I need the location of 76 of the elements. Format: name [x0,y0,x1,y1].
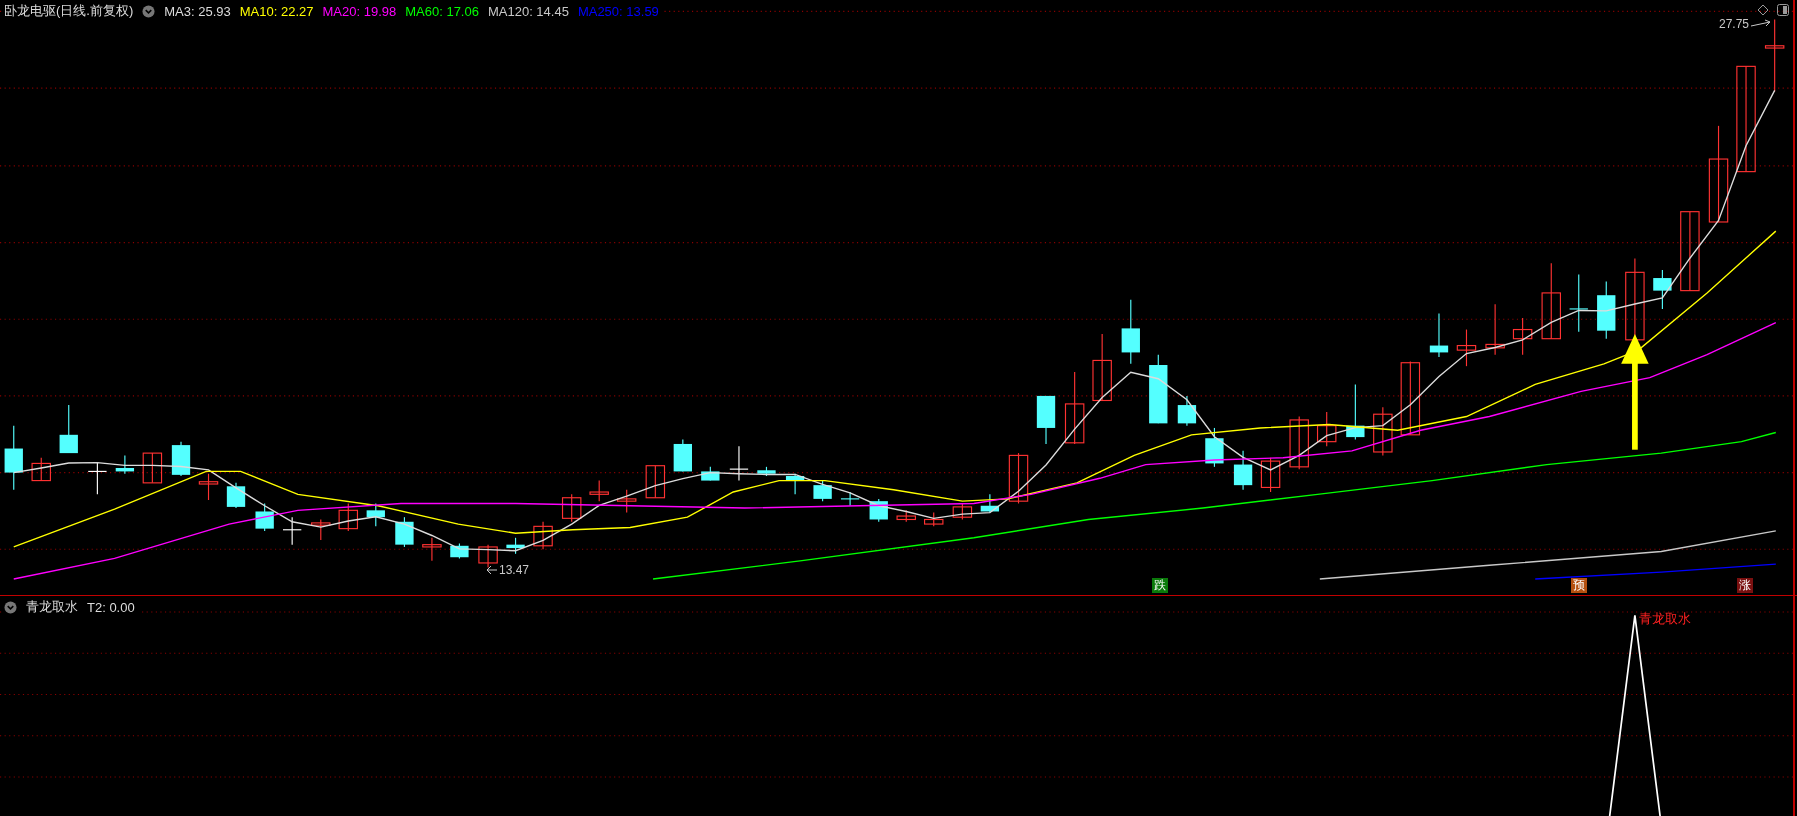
high-price-label: 27.75 [1719,17,1750,31]
candlestick [1149,354,1168,424]
candlestick [1260,457,1281,493]
indicator-title: 青龙取水 [26,598,78,616]
arrow-icon [1750,19,1773,29]
moving-average-label: MA250: 13.59 [577,3,659,19]
candlestick [1597,280,1616,340]
stock-title: 卧龙电驱(日线.前复权) [4,2,134,20]
candlestick [171,441,191,477]
candlestick [616,489,637,514]
candlestick [226,482,246,509]
moving-average-label: MA3: 25.93 [164,3,231,19]
candlestick [1121,299,1140,365]
candlestick [673,438,692,472]
signal-tag: 跌 [1151,578,1168,593]
candlestick [87,461,108,495]
candlestick [255,502,274,532]
candlestick [1346,383,1365,440]
indicator-reading: T2: 0.00 [87,599,135,615]
moving-average-label: MA60: 17.06 [405,3,479,19]
candlestick [1092,333,1112,402]
moving-average-label: MA120: 14.45 [487,3,569,19]
candlestick [1289,415,1309,470]
candlestick [198,473,219,501]
candlestick [1653,269,1672,310]
candlestick [366,502,385,527]
candlestick [589,480,609,502]
candlestick [1036,395,1056,445]
candlestick [338,502,358,532]
candlestick [1485,303,1505,356]
candlestick [1233,450,1253,491]
candlestick [896,509,916,523]
candlestick [980,493,1000,514]
candlestick [1429,312,1449,358]
candlestick [561,493,582,523]
candlestick [506,537,525,555]
candlestick [142,452,163,484]
candlestick [450,542,469,559]
candlestick [395,516,414,548]
candlestick [1456,328,1477,367]
dropdown-icon[interactable] [4,600,17,614]
signal-tag: 涨 [1737,578,1754,593]
candlestick [59,404,78,454]
dropdown-icon[interactable] [142,4,156,18]
candlestick [282,516,302,546]
candlestick [1177,395,1197,427]
candlestick [701,466,720,482]
candlestick [1205,427,1224,468]
candlestick [311,518,331,541]
moving-average-label: MA10: 22.27 [239,3,314,19]
candlestick [952,502,973,521]
candlestick [31,457,51,482]
candlestick [1373,406,1393,456]
candlestick [1008,452,1029,505]
candlestick [115,454,135,475]
candlestick [533,521,553,550]
panel-toggle-icon[interactable] [1777,4,1789,16]
candlestick [924,512,944,527]
diamond-icon[interactable] [1757,4,1769,16]
candlestick [1316,411,1337,447]
candlestick [422,537,442,562]
candlestick [4,425,23,491]
candlestick [1512,317,1533,356]
candlestick [785,473,805,495]
candlestick [757,466,776,477]
candlestick [813,480,832,502]
signal-label: 青龙取水 [1638,610,1691,628]
moving-average-label: MA20: 19.98 [322,3,397,19]
candlestick [729,445,749,482]
signal-tag: 预 [1571,578,1588,593]
candlestick [1569,274,1589,333]
low-price-label: 13.47 [499,563,530,577]
candlestick [478,544,498,569]
arrow-icon [486,565,498,575]
candlestick [840,491,860,507]
candlestick [645,465,666,499]
